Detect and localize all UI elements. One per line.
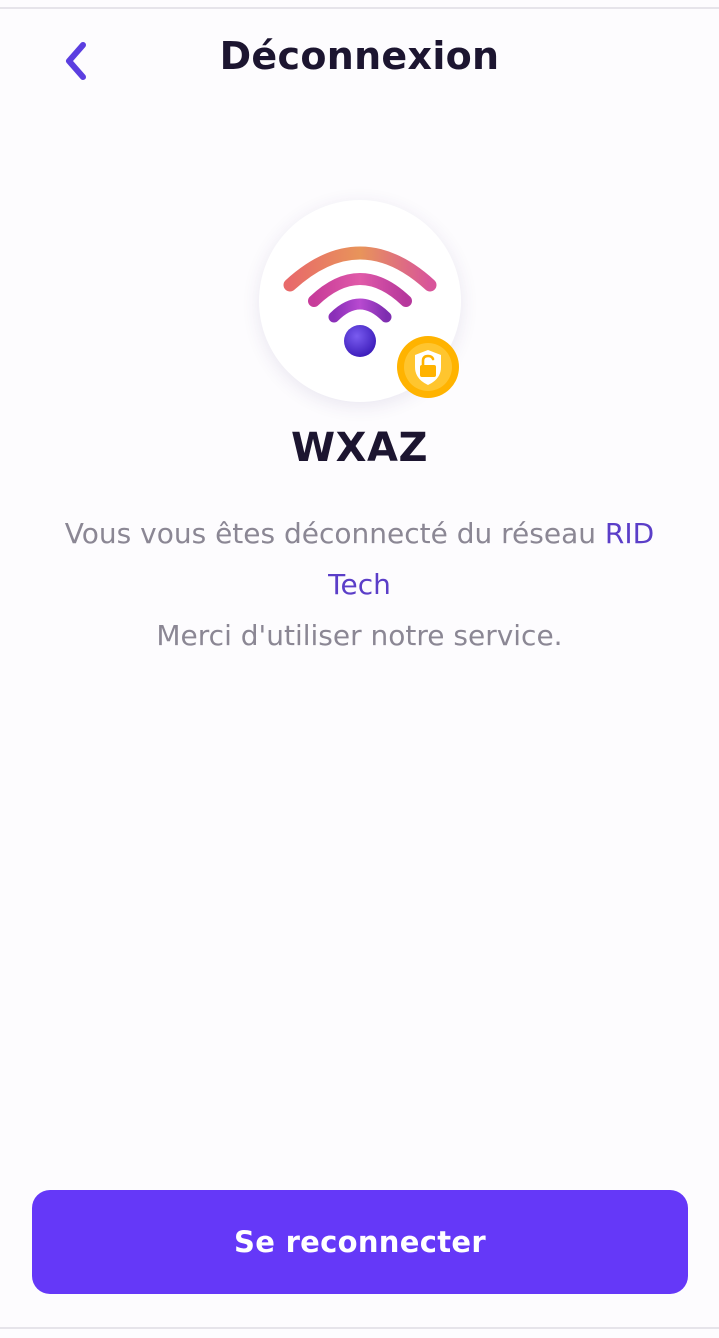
- wifi-illustration: [259, 200, 461, 402]
- lock-open-shield-icon: [397, 336, 459, 398]
- thanks-text: Merci d'utiliser notre service.: [156, 619, 563, 652]
- header: Déconnexion: [0, 26, 719, 98]
- message-text: Vous vous êtes déconnecté du réseau: [64, 517, 597, 550]
- reconnect-button[interactable]: Se reconnecter: [32, 1190, 688, 1294]
- disconnect-message: Vous vous êtes déconnecté du réseau RID …: [30, 508, 689, 661]
- bottom-divider: [0, 1327, 719, 1329]
- network-name: WXAZ: [291, 425, 428, 471]
- page-title: Déconnexion: [219, 34, 500, 78]
- top-divider: [0, 7, 719, 9]
